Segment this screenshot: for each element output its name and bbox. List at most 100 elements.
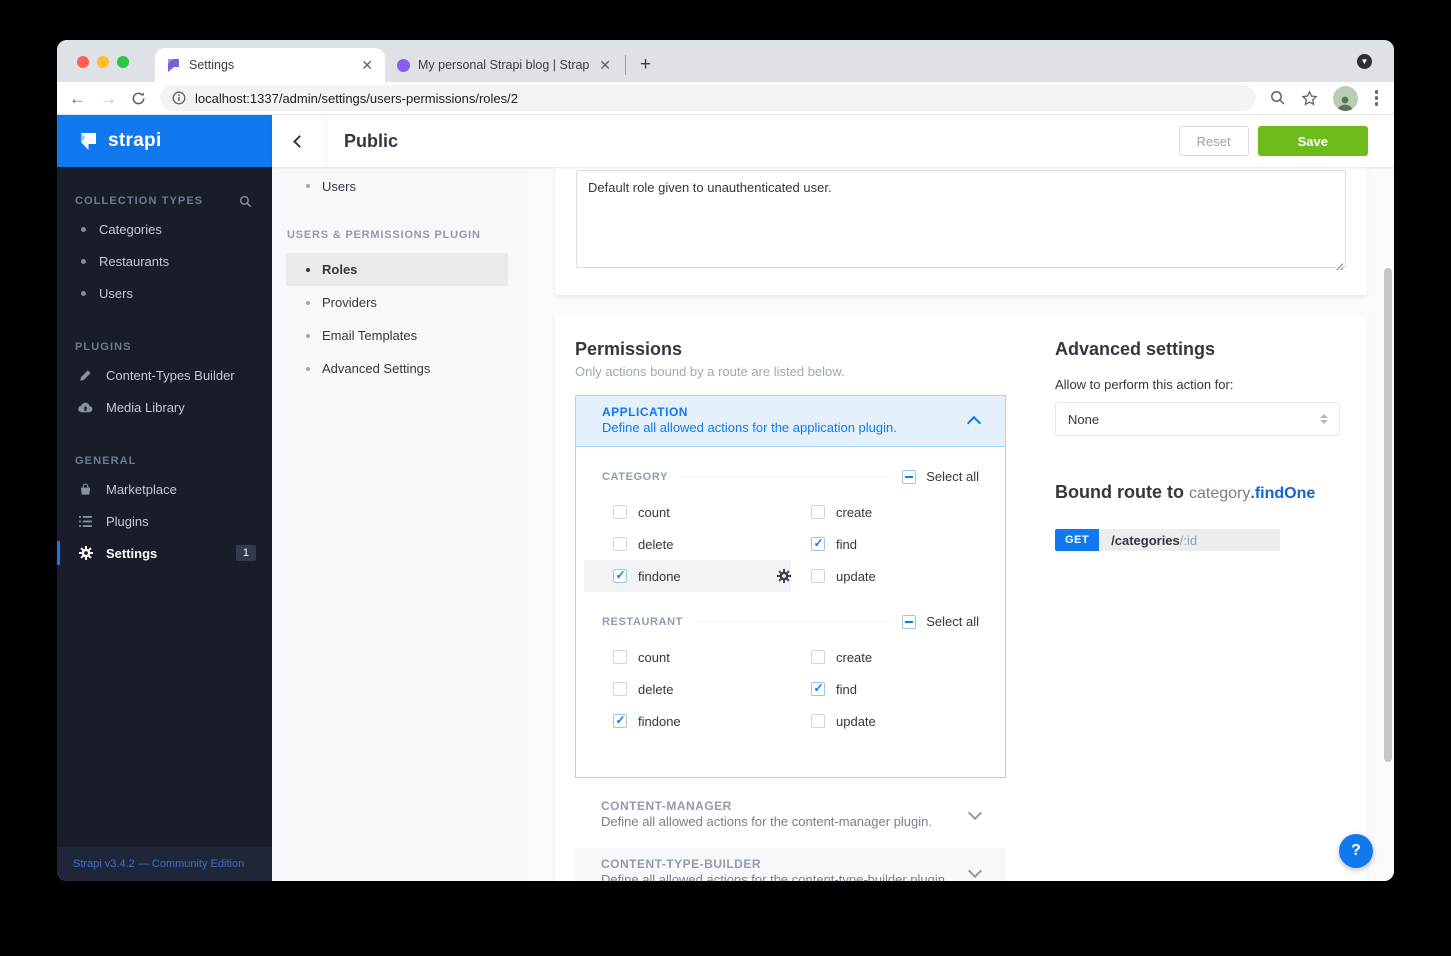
http-method-badge: GET — [1055, 529, 1100, 551]
strapi-logo-text: strapi — [108, 130, 162, 151]
permission-category-findone[interactable]: findone — [584, 560, 791, 592]
sidebar-item-plugins[interactable]: Plugins — [57, 505, 272, 537]
subnav-item-providers[interactable]: Providers — [286, 286, 508, 319]
sidebar-heading-general: GENERAL — [75, 455, 137, 467]
tab-strapi-blog[interactable]: My personal Strapi blog | Strap ✕ — [385, 48, 623, 82]
zoom-icon[interactable] — [1270, 90, 1286, 106]
macos-traffic-lights — [77, 56, 129, 68]
permission-category-find[interactable]: find — [800, 528, 979, 560]
main-sidebar: strapi COLLECTION TYPES Categories Resta… — [57, 115, 272, 881]
subnav-item-advanced-settings[interactable]: Advanced Settings — [286, 352, 508, 385]
strapi-admin: strapi COLLECTION TYPES Categories Resta… — [57, 115, 1394, 881]
sidebar-item-categories[interactable]: Categories — [57, 213, 272, 245]
permission-category-create[interactable]: create — [800, 496, 979, 528]
accordion-content-manager[interactable]: CONTENT-MANAGER Define all allowed actio… — [575, 790, 1006, 840]
tab-search-button[interactable]: ▼ — [1357, 54, 1372, 69]
route-path: /categories/:id — [1099, 529, 1280, 551]
new-tab-button[interactable]: + — [640, 55, 651, 74]
checkbox[interactable] — [811, 569, 825, 583]
tab-close-icon[interactable]: ✕ — [597, 56, 613, 74]
allow-action-select[interactable]: None — [1055, 402, 1340, 436]
sidebar-item-users[interactable]: Users — [57, 277, 272, 309]
select-all-category[interactable]: Select all — [902, 469, 979, 484]
application-permissions-panel: CATEGORY Select all count create delete … — [575, 447, 1006, 778]
checkbox[interactable] — [613, 568, 627, 583]
sidebar-item-restaurants[interactable]: Restaurants — [57, 245, 272, 277]
save-button[interactable]: Save — [1257, 126, 1368, 156]
permission-restaurant-findone[interactable]: findone — [602, 705, 800, 737]
sidebar-item-content-types-builder[interactable]: Content-Types Builder — [57, 359, 272, 391]
permission-category-update[interactable]: update — [800, 560, 979, 592]
close-window-button[interactable] — [77, 56, 89, 68]
bound-route-title: Bound route to category.findOne — [1055, 482, 1316, 502]
accordion-application[interactable]: APPLICATION Define all allowed actions f… — [575, 395, 1006, 447]
group-label: RESTAURANT — [602, 615, 683, 628]
select-all-checkbox[interactable] — [902, 469, 917, 484]
checkbox[interactable] — [811, 650, 825, 664]
permission-restaurant-find[interactable]: find — [800, 673, 979, 705]
browser-window: Settings ✕ My personal Strapi blog | Str… — [57, 40, 1394, 881]
forward-icon[interactable]: → — [100, 90, 117, 107]
role-description-card: Default role given to unauthenticated us… — [555, 167, 1367, 295]
sidebar-item-marketplace[interactable]: Marketplace — [57, 473, 272, 505]
scrollbar-thumb[interactable] — [1384, 268, 1392, 762]
accordion-description: Define all allowed actions for the appli… — [602, 420, 897, 435]
role-description-input[interactable]: Default role given to unauthenticated us… — [576, 170, 1346, 268]
subnav-item-roles[interactable]: Roles — [286, 253, 508, 286]
select-all-restaurant[interactable]: Select all — [902, 614, 979, 629]
browser-actions — [1270, 85, 1381, 111]
checkbox[interactable] — [811, 681, 825, 696]
sidebar-item-settings[interactable]: Settings 1 — [57, 537, 272, 569]
select-all-checkbox[interactable] — [902, 614, 917, 629]
permission-group-category: CATEGORY Select all count create delete … — [584, 469, 979, 592]
zoom-window-button[interactable] — [117, 56, 129, 68]
checkbox[interactable] — [811, 536, 825, 551]
bookmark-star-icon[interactable] — [1300, 89, 1318, 107]
permission-category-delete[interactable]: delete — [602, 528, 800, 560]
checkbox[interactable] — [613, 505, 627, 519]
browser-menu-icon[interactable] — [1373, 88, 1381, 108]
strapi-version-link[interactable]: Strapi v3.4.2 — Community Edition — [57, 847, 272, 881]
page-title: Public — [344, 130, 399, 151]
strapi-logo[interactable]: strapi — [57, 115, 272, 167]
accordion-label: CONTENT-TYPE-BUILDER — [601, 857, 761, 871]
back-icon[interactable]: ← — [69, 90, 86, 107]
permissions-title: Permissions — [575, 339, 683, 359]
permission-restaurant-update[interactable]: update — [800, 705, 979, 737]
help-button[interactable]: ? — [1339, 834, 1373, 868]
tab-divider — [625, 55, 626, 75]
search-icon[interactable] — [239, 195, 252, 208]
permissions-card: Permissions Only actions bound by a rout… — [555, 315, 1367, 881]
site-info-icon[interactable] — [172, 91, 186, 105]
accordion-content-type-builder[interactable]: CONTENT-TYPE-BUILDER Define all allowed … — [575, 848, 1006, 881]
marketplace-basket-icon — [78, 482, 93, 497]
profile-avatar[interactable] — [1332, 85, 1358, 111]
checkbox[interactable] — [613, 537, 627, 551]
address-bar[interactable]: localhost:1337/admin/settings/users-perm… — [160, 85, 1256, 111]
tab-close-icon[interactable]: ✕ — [359, 56, 375, 74]
back-button[interactable] — [272, 115, 327, 167]
subnav-item-users[interactable]: Users — [272, 173, 527, 199]
permission-category-count[interactable]: count — [602, 496, 800, 528]
minimize-window-button[interactable] — [97, 56, 109, 68]
sidebar-item-media-library[interactable]: Media Library — [57, 391, 272, 423]
select-arrows-icon — [1320, 414, 1328, 424]
permission-restaurant-delete[interactable]: delete — [602, 673, 800, 705]
checkbox[interactable] — [613, 682, 627, 696]
reload-icon[interactable] — [131, 91, 146, 106]
checkbox[interactable] — [811, 714, 825, 728]
url-text: localhost:1337/admin/settings/users-perm… — [195, 90, 518, 106]
checkbox[interactable] — [811, 505, 825, 519]
permission-group-restaurant: RESTAURANT Select all count create delet… — [602, 614, 979, 737]
tab-settings[interactable]: Settings ✕ — [155, 48, 385, 82]
permission-restaurant-count[interactable]: count — [602, 641, 800, 673]
checkbox[interactable] — [613, 713, 627, 728]
subnav-item-email-templates[interactable]: Email Templates — [286, 319, 508, 352]
permission-restaurant-create[interactable]: create — [800, 641, 979, 673]
permission-settings-gear-icon[interactable] — [777, 569, 791, 583]
accordion-label: CONTENT-MANAGER — [601, 799, 732, 813]
browser-toolbar: ← → localhost:1337/admin/settings/users-… — [57, 82, 1394, 115]
sidebar-heading-plugins: PLUGINS — [75, 341, 132, 353]
checkbox[interactable] — [613, 650, 627, 664]
reset-button[interactable]: Reset — [1178, 126, 1249, 156]
